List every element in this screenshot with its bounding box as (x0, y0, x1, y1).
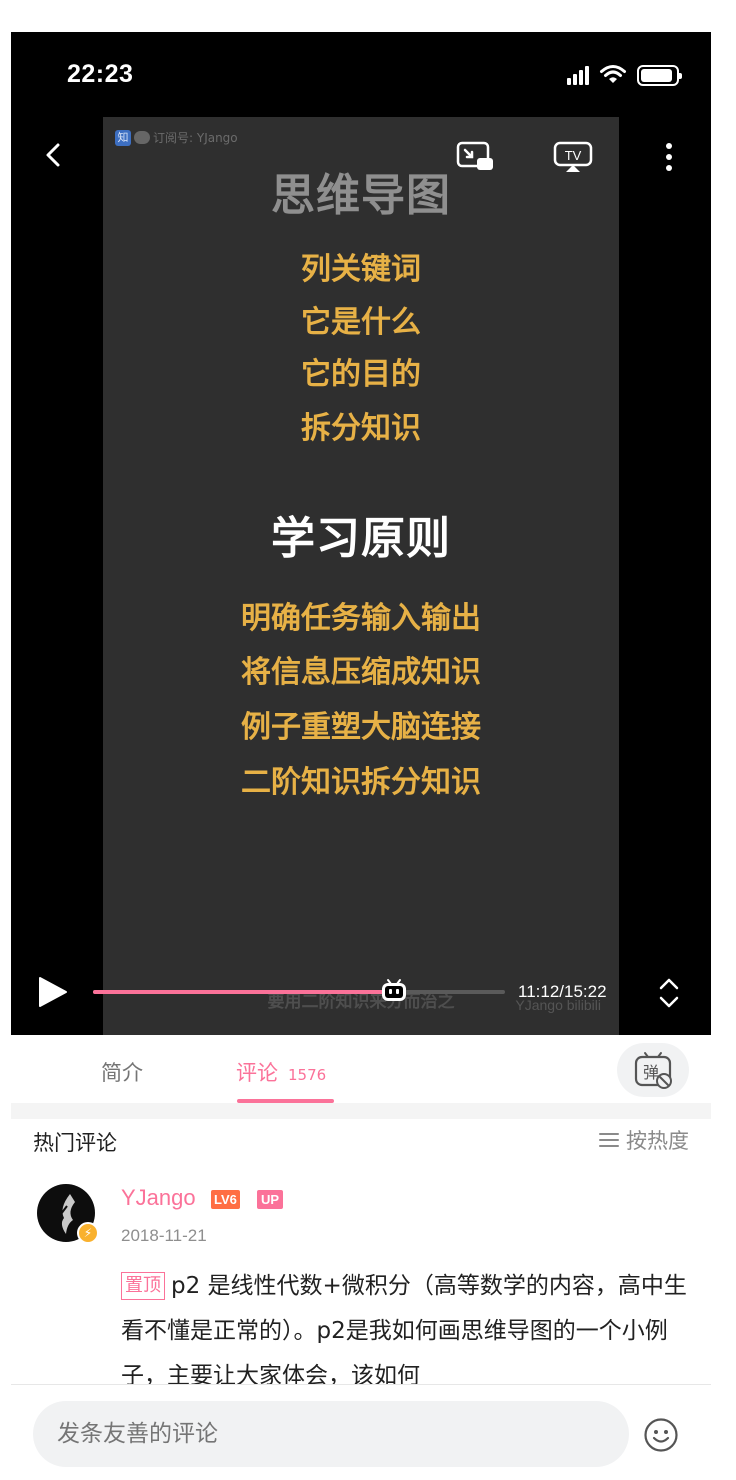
sort-button[interactable]: 按热度 (598, 1125, 689, 1155)
zhihu-icon: 知 (115, 129, 131, 146)
pip-icon[interactable] (455, 140, 495, 174)
slide-item: 将信息压缩成知识 (241, 655, 481, 690)
app-screen: 22:23 知 订阅号: YJango 思维导图 列关键词 它是什么 它的目的 … (11, 32, 711, 1480)
tab-bar: 简介 评论 1576 弹 (11, 1035, 711, 1103)
comment-content: p2 是线性代数+微积分（高等数学的内容，高中生看不懂是正常的）。p2是我如何画… (121, 1273, 687, 1384)
status-time: 22:23 (67, 60, 134, 88)
comment-username[interactable]: YJango (121, 1185, 196, 1211)
verified-badge-icon: ⚡ (77, 1222, 99, 1244)
play-icon[interactable] (35, 975, 69, 1009)
video-frame: 知 订阅号: YJango 思维导图 列关键词 它是什么 它的目的 拆分知识 学… (103, 117, 619, 1035)
tab-comments[interactable]: 评论 1576 (236, 1057, 326, 1087)
hot-comments-title: 热门评论 (33, 1131, 117, 1155)
back-icon[interactable] (39, 140, 69, 170)
comment-text[interactable]: 置顶 p2 是线性代数+微积分（高等数学的内容，高中生看不懂是正常的）。p2是我如… (121, 1264, 695, 1384)
danmaku-icon: 弹 (634, 1052, 672, 1089)
slide-item: 例子重塑大脑连接 (241, 710, 481, 745)
slide-item: 它的目的 (301, 357, 421, 392)
slide-item: 它是什么 (301, 305, 421, 340)
section-divider (11, 1103, 711, 1119)
fullscreen-icon[interactable] (655, 974, 683, 1012)
tv-cast-icon[interactable]: TV (551, 140, 595, 174)
wifi-icon (600, 65, 626, 83)
progress-fill (93, 990, 394, 994)
level-badge: LV6 (211, 1190, 240, 1209)
slide-item: 拆分知识 (301, 411, 421, 446)
slide-item: 二阶知识拆分知识 (241, 765, 481, 800)
channel-watermark: 知 订阅号: YJango (115, 129, 238, 146)
more-icon[interactable] (657, 140, 681, 174)
progress-bar[interactable] (93, 979, 505, 1001)
slide-item: 明确任务输入输出 (241, 601, 481, 636)
svg-text:TV: TV (565, 148, 582, 163)
signal-icon (567, 65, 589, 85)
video-player[interactable]: 22:23 知 订阅号: YJango 思维导图 列关键词 它是什么 它的目的 … (11, 32, 711, 1035)
status-icons (567, 64, 682, 86)
sort-icon (599, 1133, 619, 1147)
sort-label: 按热度 (626, 1129, 689, 1153)
comment-date: 2018-11-21 (121, 1226, 207, 1245)
time-readout: 11:12/15:22 (518, 982, 607, 1001)
battery-icon (637, 64, 682, 86)
comment-count: 1576 (288, 1066, 327, 1084)
comment-input-bar (11, 1384, 711, 1480)
slide-section-title: 学习原则 (271, 513, 451, 564)
watermark-text: 订阅号: YJango (153, 131, 238, 145)
tab-intro[interactable]: 简介 (101, 1057, 143, 1087)
uploader-badge: UP (257, 1190, 284, 1209)
comment-input[interactable] (33, 1401, 629, 1467)
pinned-tag: 置顶 (121, 1272, 165, 1300)
avatar[interactable]: ⚡ (37, 1184, 99, 1244)
slide-title: 思维导图 (271, 170, 451, 221)
slide-item: 列关键词 (301, 252, 421, 287)
bilibili-thumb-icon[interactable] (379, 975, 409, 1005)
danmaku-toggle-button[interactable]: 弹 (617, 1043, 689, 1097)
tab-comments-label: 评论 (236, 1061, 278, 1085)
wechat-icon (134, 131, 150, 144)
emoji-icon[interactable] (643, 1417, 679, 1453)
